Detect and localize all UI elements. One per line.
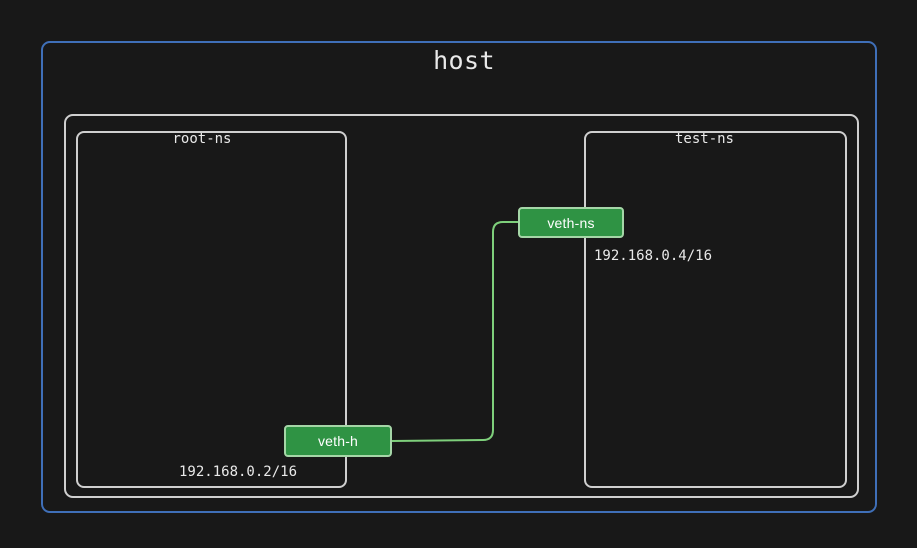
root-namespace-label: root-ns: [172, 131, 232, 147]
test-namespace-label: test-ns: [674, 131, 734, 147]
test-namespace-ip: 192.168.0.4/16: [594, 248, 713, 264]
diagram-canvas: host root-ns 192.168.0.2/16 test-ns 192.…: [0, 0, 917, 548]
veth-ns-interface: veth-ns: [518, 207, 624, 238]
veth-h-interface: veth-h: [284, 425, 392, 457]
host-title: host: [433, 46, 495, 75]
test-namespace-box: [584, 131, 847, 488]
root-namespace-ip: 192.168.0.2/16: [179, 464, 298, 480]
